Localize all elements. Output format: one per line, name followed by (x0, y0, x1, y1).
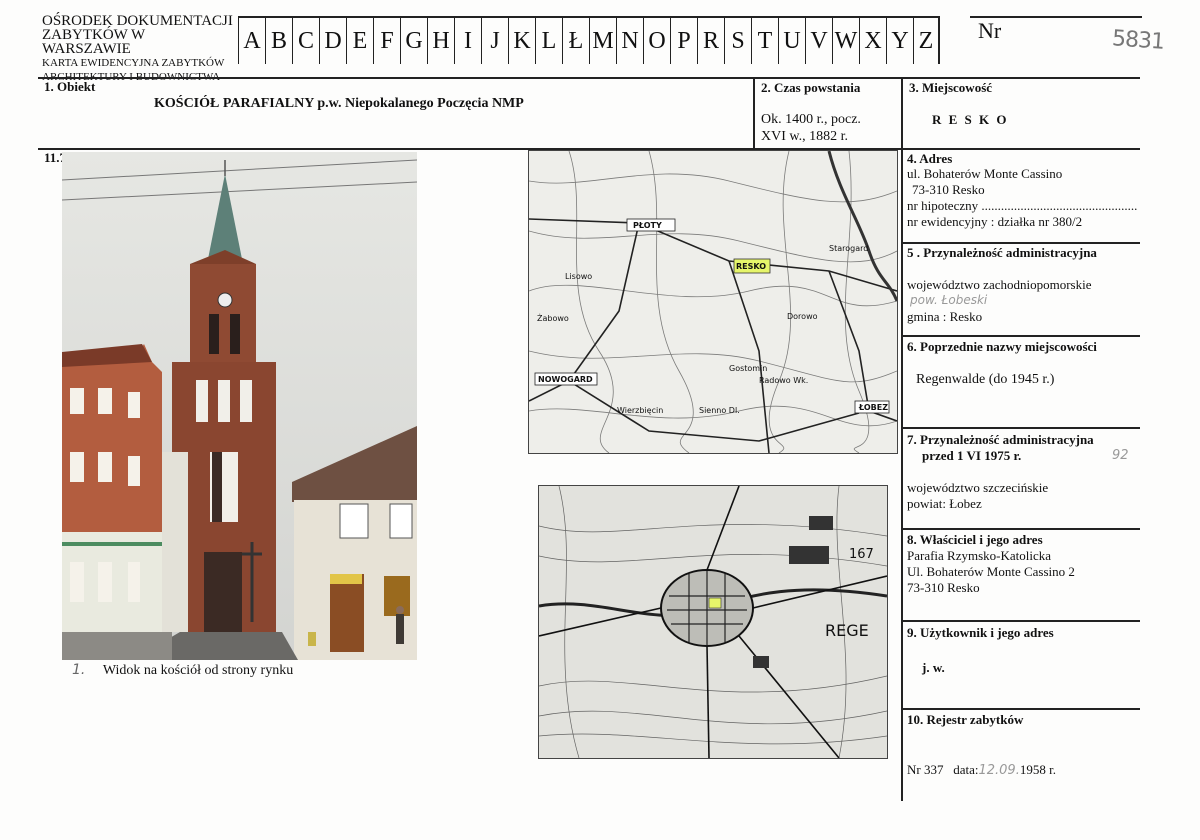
rule-s6 (901, 335, 1140, 337)
alphabet-letter-w: W (832, 18, 859, 64)
s8-line-1: Parafia Rzymsko-Katolicka (907, 548, 1052, 563)
map1-town-nowogard: NOWOGARD (538, 375, 593, 384)
s9-value: j. w. (922, 660, 945, 675)
s10-date-suffix: 1958 r. (1019, 762, 1056, 777)
map1-town-lobez: ŁOBEZ (858, 403, 888, 412)
alphabet-letter-r: R (697, 18, 724, 64)
map1-town-resko: RESKO (736, 262, 766, 271)
alphabet-letter-d: D (319, 18, 346, 64)
s1-label: 1. Obiekt (44, 79, 96, 94)
map1-town-radowo: Radowo Wk. (759, 376, 808, 385)
s7-line-1: województwo szczecińskie (907, 480, 1049, 495)
alphabet-letter-b: B (265, 18, 292, 64)
alphabet-letter-e: E (346, 18, 373, 64)
alphabet-letter-y: Y (886, 18, 913, 64)
s3-value: R E S K O (932, 112, 1009, 127)
institution-line-1: OŚRODEK DOKUMENTACJI (42, 13, 233, 29)
rule-s9 (901, 620, 1140, 622)
s5-label: 5 . Przynależność administracyjna (907, 245, 1097, 260)
s9-label: 9. Użytkownik i jego adres (907, 625, 1054, 640)
alphabet-letter-x: X (859, 18, 886, 64)
s7-line-2: powiat: Łobez (907, 496, 982, 511)
s7-label: 7. Przynależność administracyjna (907, 432, 1094, 447)
s5-line-1: województwo zachodniopomorskie (907, 277, 1092, 292)
nr-label: Nr (978, 18, 1002, 43)
institution-line-2: ZABYTKÓW W WARSZAWIE (42, 27, 145, 57)
alphabet-letter-g: G (400, 18, 427, 64)
alphabet-letter-j: J (481, 18, 508, 64)
alphabet-letter-c: C (292, 18, 319, 64)
nr-value-handwritten: 5831 (1111, 26, 1165, 55)
s10-nr: Nr 337 (907, 762, 944, 777)
alphabet-letter-l: L (535, 18, 562, 64)
institution-line-3: KARTA EWIDENCYJNA ZABYTKÓW (42, 57, 225, 69)
rule-header (38, 77, 1140, 79)
map1-town-wierzbiecin: Wierzbięcin (617, 406, 663, 415)
alphabet-letter-u: U (778, 18, 805, 64)
alphabet-letter-ł: Ł (562, 18, 589, 64)
map1-town-starogard: Starogard (829, 244, 868, 253)
rule-col-2 (753, 77, 755, 149)
s7-label-2: przed 1 VI 1975 r. (922, 448, 1022, 463)
s10-register: Nr 337 data:12.09.1958 r. (907, 762, 1056, 779)
s4-line-1: ul. Bohaterów Monte Cassino (907, 166, 1063, 181)
institution-header: OŚRODEK DOKUMENTACJI ZABYTKÓW W WARSZAWI… (42, 14, 237, 84)
alphabet-letter-i: I (454, 18, 481, 64)
s7-hand-mark: 92 (1112, 448, 1129, 463)
regional-map: PŁOTY RESKO NOWOGARD ŁOBEZ Starogard Wie… (528, 150, 898, 454)
alphabet-letter-t: T (751, 18, 778, 64)
s2-label: 2. Czas powstania (761, 80, 861, 95)
alphabet-letter-s: S (724, 18, 751, 64)
map1-town-ploty: PŁOTY (633, 221, 662, 230)
s4-label: 4. Adres (907, 151, 953, 166)
s8-line-2: Ul. Bohaterów Monte Cassino 2 (907, 564, 1075, 579)
map1-town-gostomin: Gostomin (729, 364, 767, 373)
s1-value: KOŚCIÓŁ PARAFIALNY p.w. Niepokalanego Po… (154, 96, 524, 111)
map1-town-sienno: Sienno Dl. (699, 406, 740, 415)
s2-line-2: XVI w., 1882 r. (761, 129, 848, 144)
photo-caption: 1. Widok na kościół od strony rynku (72, 662, 293, 679)
photo-caption-text: Widok na kościół od strony rynku (102, 663, 294, 678)
town-plan-map: REGE 167 (538, 485, 888, 759)
rule-s8 (901, 528, 1140, 530)
alphabet-index: ABCDEFGHIJKLŁMNOPRSTUVWXYZ (238, 16, 940, 64)
s4-line-3: nr hipoteczny ..........................… (907, 198, 1138, 213)
alphabet-letter-k: K (508, 18, 535, 64)
s4-line-2: 73-310 Resko (912, 182, 985, 197)
s5-line-2: gmina : Resko (907, 309, 983, 324)
s6-label: 6. Poprzednie nazwy miejscowości (907, 339, 1097, 354)
alphabet-letter-a: A (238, 18, 265, 64)
s10-date-prefix: data: (953, 762, 979, 777)
alphabet-letter-n: N (616, 18, 643, 64)
map1-town-lisowo: Lisowo (565, 272, 592, 281)
rule-col-right (901, 77, 903, 801)
s6-value: Regenwalde (do 1945 r.) (916, 372, 1055, 387)
photo-caption-number: 1. (72, 662, 86, 678)
s10-date-handwritten: 12.09. (978, 763, 1020, 778)
map1-town-zabowo: Żabowo (537, 313, 569, 323)
alphabet-letter-m: M (589, 18, 616, 64)
alphabet-letter-z: Z (913, 18, 940, 64)
s2-line-1: Ok. 1400 r., pocz. (761, 112, 861, 127)
rule-s5 (901, 242, 1140, 244)
s8-label: 8. Właściciel i jego adres (907, 532, 1043, 547)
alphabet-letter-f: F (373, 18, 400, 64)
alphabet-letter-o: O (643, 18, 670, 64)
alphabet-letter-p: P (670, 18, 697, 64)
map2-route-number: 167 (849, 547, 874, 562)
church-photo (62, 152, 417, 660)
alphabet-letter-h: H (427, 18, 454, 64)
s3-label: 3. Miejscowość (909, 80, 993, 95)
s5-handwritten: pow. Łobeski (910, 293, 988, 307)
s10-label: 10. Rejestr zabytków (907, 712, 1024, 727)
rule-s7 (901, 427, 1140, 429)
map1-town-dorowo: Dorowo (787, 312, 818, 321)
map2-town-label: REGE (825, 621, 869, 640)
s4-line-4: nr ewidencyjny : działka nr 380/2 (907, 214, 1083, 229)
rule-s10 (901, 708, 1140, 710)
s8-line-3: 73-310 Resko (907, 580, 980, 595)
alphabet-letter-v: V (805, 18, 832, 64)
